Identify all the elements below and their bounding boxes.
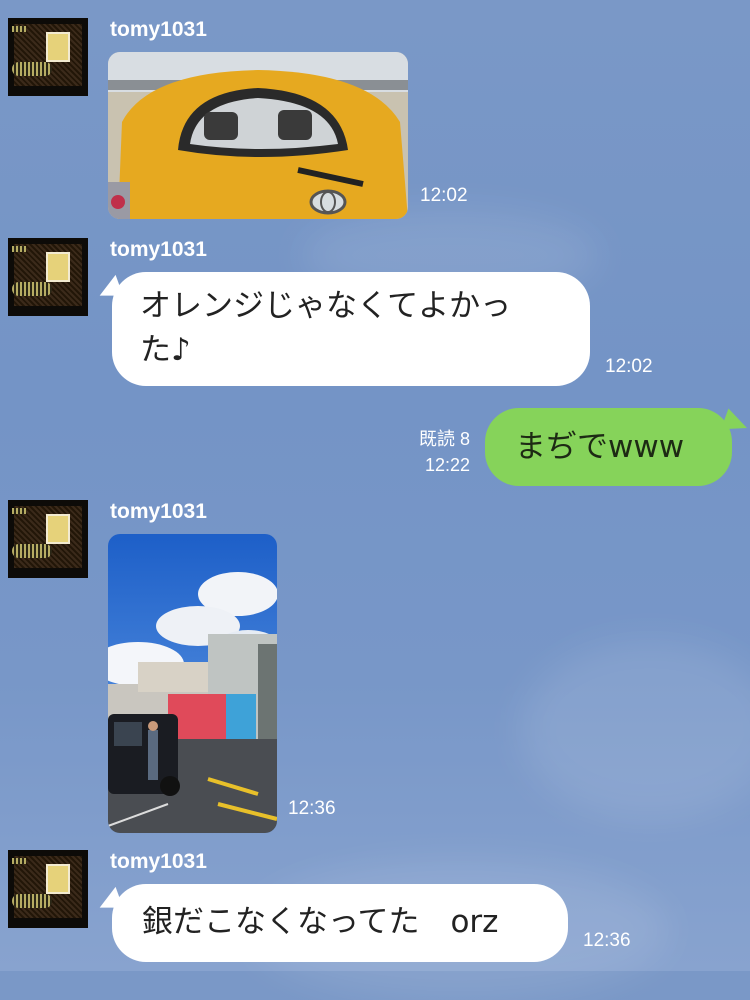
sender-name: tomy1031 xyxy=(110,18,207,41)
avatar-decoration xyxy=(12,62,52,76)
sender-name: tomy1031 xyxy=(110,850,207,873)
avatar[interactable] xyxy=(8,500,88,578)
avatar-decoration xyxy=(12,508,26,514)
avatar[interactable] xyxy=(8,18,88,96)
avatar-decoration xyxy=(12,894,52,908)
text-message-bubble[interactable]: 銀だこなくなってた orz xyxy=(112,884,568,962)
message-time: 12:02 xyxy=(420,185,468,206)
message-text-line: オレンジじゃなくてよかっ xyxy=(140,288,512,324)
photo-message[interactable] xyxy=(108,52,408,219)
store-photo xyxy=(108,534,277,833)
read-count: 既読 8 xyxy=(418,429,470,449)
avatar-decoration xyxy=(46,864,70,894)
read-receipt: 既読 8 12:22 xyxy=(396,426,470,478)
message-text: 銀だこなくなってた orz xyxy=(142,904,499,940)
message-time: 12:02 xyxy=(605,356,653,377)
text-message-bubble[interactable]: まぢでwww xyxy=(485,408,732,486)
sender-name: tomy1031 xyxy=(110,238,207,261)
avatar[interactable] xyxy=(8,238,88,316)
text-message-bubble[interactable]: オレンジじゃなくてよかっ た♪ xyxy=(112,272,590,386)
avatar-decoration xyxy=(12,858,26,864)
message-time: 12:36 xyxy=(583,930,631,951)
avatar-decoration xyxy=(12,246,26,252)
avatar-decoration xyxy=(12,544,52,558)
background-cloud xyxy=(520,640,750,820)
avatar-decoration xyxy=(12,26,26,32)
car-photo xyxy=(108,52,408,219)
avatar-decoration xyxy=(46,32,70,62)
avatar-decoration xyxy=(46,252,70,282)
message-time: 12:22 xyxy=(424,455,470,475)
photo-message[interactable] xyxy=(108,534,277,833)
sender-name: tomy1031 xyxy=(110,500,207,523)
message-time: 12:36 xyxy=(288,798,336,819)
avatar-decoration xyxy=(46,514,70,544)
avatar-decoration xyxy=(12,282,52,296)
message-text: まぢでwww xyxy=(515,429,685,465)
message-text-line: た♪ xyxy=(140,332,191,368)
avatar[interactable] xyxy=(8,850,88,928)
